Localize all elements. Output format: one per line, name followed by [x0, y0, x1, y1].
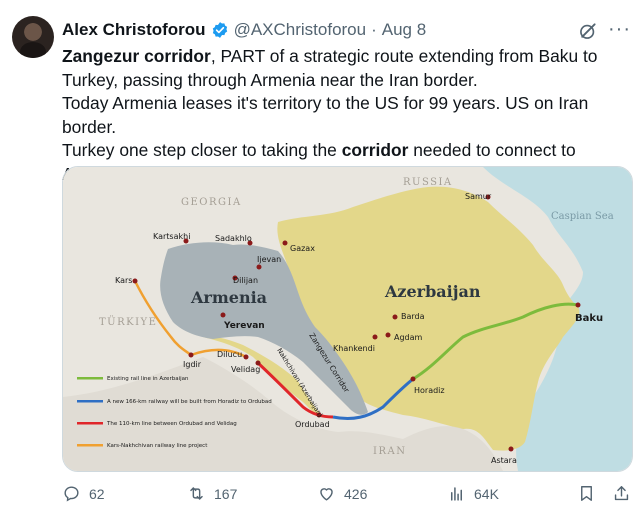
city-velidag: Velidag [231, 365, 260, 374]
post-date[interactable]: Aug 8 [382, 20, 426, 40]
bookmark-button[interactable] [577, 484, 604, 503]
like-button[interactable]: 426 [317, 484, 367, 503]
map-image[interactable]: RUSSIA GEORGIA TÜRKIYE IRAN Armenia Azer… [62, 166, 633, 472]
tweet-text: Zangezur corridor, PART of a strategic r… [62, 45, 632, 186]
views-button[interactable]: 64K [447, 484, 499, 503]
tweet-paragraph-1: Zangezur corridor, PART of a strategic r… [62, 45, 632, 92]
avatar[interactable] [12, 16, 54, 58]
reply-button[interactable]: 62 [62, 484, 105, 503]
action-bar: 62 167 426 64K [62, 484, 632, 512]
label-caspian-sea: Caspian Sea [551, 211, 614, 222]
tweet-bold-zangezur: Zangezur corridor [62, 46, 211, 66]
legend-text-3: The 110-km line between Ordubad and Veli… [106, 421, 237, 427]
city-igdir: Igdir [183, 360, 202, 369]
views-icon [450, 487, 463, 501]
bookmark-icon [581, 486, 592, 501]
city-samur: Samur [465, 192, 492, 201]
separator-dot: · [371, 20, 377, 39]
city-dilijan: Dilijan [233, 276, 258, 285]
city-kartsakhi: Kartsakhi [153, 232, 190, 241]
repost-count: 167 [214, 485, 238, 502]
city-agdam: Agdam [394, 333, 423, 342]
city-ordubad: Ordubad [295, 420, 330, 429]
city-kars: Kars [115, 276, 132, 285]
like-count: 426 [344, 485, 368, 502]
tweet-bold-corridor: corridor [341, 140, 409, 160]
share-button[interactable] [612, 484, 639, 503]
verified-badge-icon [212, 22, 227, 38]
label-armenia: Armenia [190, 288, 267, 307]
reply-icon [64, 486, 79, 502]
tweet-text-3a: Turkey one step closer to taking the [62, 140, 342, 160]
city-dilucu: Dilucu [217, 350, 242, 359]
label-iran: IRAN [373, 446, 406, 457]
author-name[interactable]: Alex Christoforou [62, 20, 206, 40]
city-gazax: Gazax [290, 244, 315, 253]
legend-text-1: Existing rail line in Azerbaijan [107, 376, 189, 382]
city-baku: Baku [575, 313, 603, 324]
city-khankendi: Khankendi [333, 344, 375, 353]
grok-icon[interactable] [578, 21, 598, 41]
view-count: 64K [474, 485, 499, 502]
tweet-header: Alex Christoforou @AXChristoforou · Aug … [62, 20, 426, 40]
like-icon [320, 488, 333, 501]
repost-icon [190, 487, 203, 500]
city-ijevan: Ijevan [257, 255, 281, 264]
repost-button[interactable]: 167 [187, 484, 237, 503]
city-astara: Astara [491, 456, 517, 465]
more-icon[interactable]: ··· [608, 18, 631, 41]
share-icon [614, 486, 629, 501]
city-barda: Barda [401, 312, 425, 321]
reply-count: 62 [89, 485, 105, 502]
map-svg: RUSSIA GEORGIA TÜRKIYE IRAN Armenia Azer… [63, 167, 632, 471]
label-turkiye: TÜRKIYE [99, 316, 157, 328]
city-yerevan: Yerevan [223, 321, 265, 331]
label-azerbaijan: Azerbaijan [384, 282, 481, 301]
tweet-paragraph-2: Today Armenia leases it's territory to t… [62, 93, 589, 137]
label-georgia: GEORGIA [181, 197, 242, 208]
legend-text-2: A new 166-km railway will be built from … [107, 399, 272, 405]
author-handle[interactable]: @AXChristoforou [234, 20, 367, 40]
legend-text-4: Kars-Nakhchivan railway line project [107, 443, 208, 449]
city-horadiz: Horadiz [414, 386, 445, 395]
city-sadakhlo: Sadakhlo [215, 234, 252, 243]
label-russia: RUSSIA [403, 177, 453, 188]
